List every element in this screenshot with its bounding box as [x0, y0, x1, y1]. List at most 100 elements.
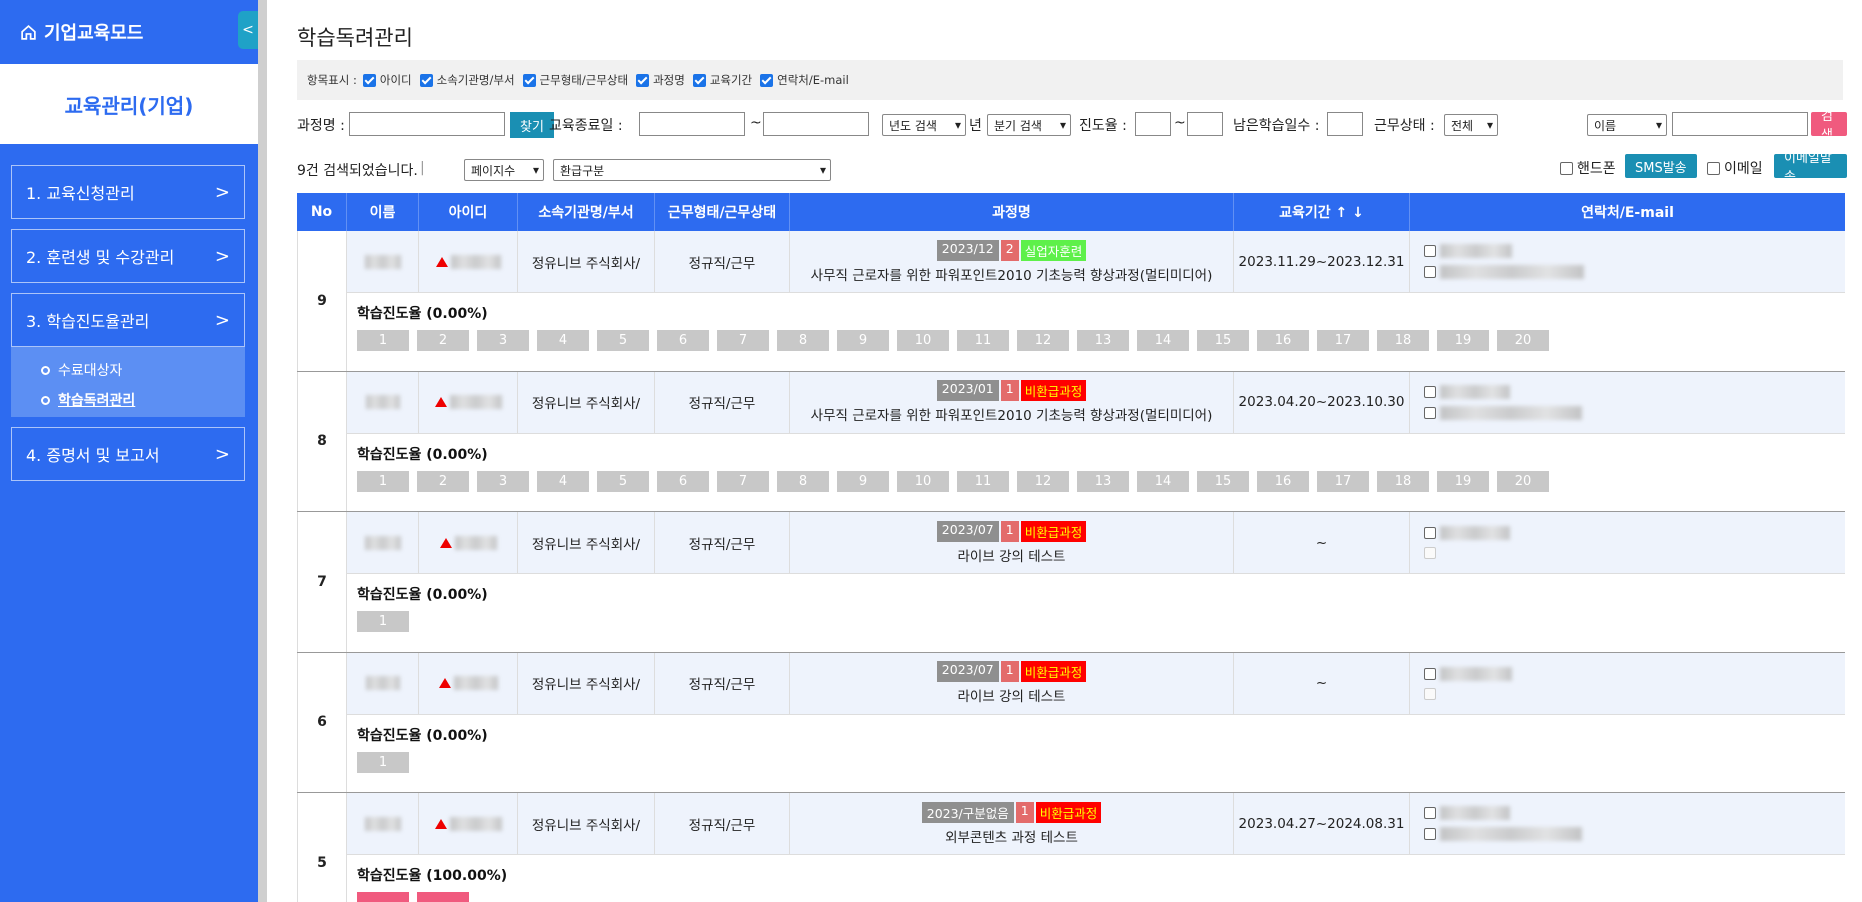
lesson-box[interactable]: 3	[477, 330, 529, 351]
lesson-box[interactable]: 1	[357, 611, 409, 632]
lesson-box[interactable]: 7	[717, 470, 769, 492]
lesson-box[interactable]: 1	[357, 751, 409, 773]
lesson-box[interactable]: 8	[777, 470, 829, 492]
lesson-box[interactable]: 19	[1437, 470, 1489, 492]
email-send-button[interactable]: 이메일발송	[1774, 151, 1847, 185]
checkbox-checked[interactable]	[692, 73, 706, 87]
end-date-from-input[interactable]	[639, 112, 745, 136]
lesson-box[interactable]: 14	[1137, 330, 1189, 351]
quarter-select[interactable]: 분기 검색	[987, 114, 1071, 136]
phone-select-checkbox[interactable]	[1424, 527, 1436, 539]
column-toggle-id[interactable]: 아이디	[362, 72, 412, 88]
lesson-box[interactable]: 10	[897, 330, 949, 351]
phone-select-checkbox[interactable]	[1424, 807, 1436, 819]
lesson-box[interactable]: 11	[957, 330, 1009, 351]
phone-select-checkbox[interactable]	[1424, 245, 1436, 257]
column-toggle-work[interactable]: 근무형태/근무상태	[522, 72, 628, 88]
lesson-box[interactable]: 8	[777, 330, 829, 351]
lesson-box[interactable]: 12	[1017, 470, 1069, 492]
sms-send-button[interactable]: SMS발송	[1625, 154, 1697, 178]
lesson-box[interactable]: 20	[1497, 330, 1549, 351]
lesson-box[interactable]: 20	[1497, 470, 1549, 492]
lesson-box[interactable]: 5	[597, 330, 649, 351]
lesson-box[interactable]: 10	[897, 470, 949, 492]
email-select-checkbox[interactable]	[1424, 406, 1436, 419]
end-date-to-input[interactable]	[763, 112, 869, 136]
column-toggle-contact[interactable]: 연락처/E-mail	[760, 72, 849, 88]
checkbox-checked[interactable]	[522, 73, 536, 87]
refund-type-select[interactable]: 환급구분	[553, 159, 831, 181]
email-checkbox-group[interactable]: 이메일	[1707, 158, 1763, 178]
lesson-box[interactable]: 12	[1017, 330, 1069, 351]
checkbox-checked[interactable]	[636, 73, 650, 87]
search-keyword-input[interactable]	[1672, 112, 1808, 136]
lesson-box[interactable]: 9	[837, 330, 889, 351]
checkbox-unchecked[interactable]	[1560, 161, 1573, 175]
lesson-box[interactable]: 4	[537, 330, 589, 351]
sidebar-item-trainee[interactable]: 2. 훈련생 및 수강관리 >	[11, 229, 245, 283]
checkbox-checked[interactable]	[362, 73, 376, 87]
lesson-box[interactable]: 2	[417, 330, 469, 351]
checkbox-unchecked[interactable]	[1707, 161, 1720, 175]
lesson-box[interactable]: 15	[1197, 330, 1249, 351]
id-cell[interactable]	[419, 793, 518, 854]
lesson-box[interactable]: 1	[357, 470, 409, 492]
search-field-select[interactable]: 이름	[1587, 114, 1667, 136]
lesson-box[interactable]: 1	[357, 330, 409, 351]
lesson-box[interactable]	[417, 892, 469, 902]
lesson-box[interactable]: 14	[1137, 470, 1189, 492]
sidebar-scrollbar[interactable]	[258, 0, 267, 902]
remain-days-input[interactable]	[1327, 112, 1363, 136]
find-button[interactable]: 찾기	[510, 112, 554, 138]
checkbox-checked[interactable]	[760, 73, 774, 87]
lesson-box[interactable]: 13	[1077, 470, 1129, 492]
lesson-box[interactable]	[357, 892, 409, 902]
phone-select-checkbox[interactable]	[1424, 667, 1436, 680]
lesson-box[interactable]: 6	[657, 330, 709, 351]
sidebar-item-progress[interactable]: 3. 학습진도율관리 >	[11, 293, 245, 347]
id-cell[interactable]	[419, 652, 518, 714]
lesson-box[interactable]: 18	[1377, 470, 1429, 492]
search-button[interactable]: 검색	[1811, 109, 1847, 143]
progress-from-input[interactable]	[1135, 112, 1171, 136]
id-cell[interactable]	[419, 231, 518, 292]
id-cell[interactable]	[419, 371, 518, 433]
lesson-box[interactable]: 4	[537, 470, 589, 492]
lesson-box[interactable]: 5	[597, 470, 649, 492]
progress-to-input[interactable]	[1187, 112, 1223, 136]
work-status-select[interactable]: 전체	[1444, 114, 1498, 136]
lesson-box[interactable]: 13	[1077, 330, 1129, 351]
page-size-select[interactable]: 페이지수	[464, 159, 544, 181]
sidebar-collapse-button[interactable]: <	[238, 11, 258, 49]
lesson-box[interactable]: 2	[417, 470, 469, 492]
lesson-box[interactable]: 15	[1197, 470, 1249, 492]
column-toggle-period[interactable]: 교육기간	[692, 72, 752, 88]
year-select[interactable]: 년도 검색	[882, 114, 966, 136]
email-select-checkbox[interactable]	[1424, 828, 1436, 840]
checkbox-checked[interactable]	[419, 73, 433, 87]
header-period-sort[interactable]: 교육기간 ↑ ↓	[1234, 193, 1410, 231]
id-cell[interactable]	[419, 512, 518, 573]
lesson-box[interactable]: 6	[657, 470, 709, 492]
lesson-box[interactable]: 16	[1257, 330, 1309, 351]
phone-checkbox-group[interactable]: 핸드폰	[1560, 158, 1616, 178]
sidebar-item-certificate[interactable]: 4. 증명서 및 보고서 >	[11, 427, 245, 481]
lesson-box[interactable]: 11	[957, 470, 1009, 492]
lesson-box[interactable]: 19	[1437, 330, 1489, 351]
lesson-box[interactable]: 7	[717, 330, 769, 351]
sidebar-item-application[interactable]: 1. 교육신청관리 >	[11, 165, 245, 219]
lesson-box[interactable]: 18	[1377, 330, 1429, 351]
phone-select-checkbox[interactable]	[1424, 385, 1436, 398]
lesson-box[interactable]: 16	[1257, 470, 1309, 492]
email-select-checkbox[interactable]	[1424, 266, 1436, 278]
lesson-box[interactable]: 17	[1317, 470, 1369, 492]
course-input[interactable]	[349, 112, 505, 136]
lesson-box[interactable]: 17	[1317, 330, 1369, 351]
lesson-box[interactable]: 3	[477, 470, 529, 492]
brand-header[interactable]: 기업교육모드	[0, 0, 258, 64]
submenu-item-completion[interactable]: 수료대상자	[11, 355, 245, 385]
column-toggle-course[interactable]: 과정명	[636, 72, 685, 88]
column-toggle-org[interactable]: 소속기관명/부서	[419, 72, 515, 88]
submenu-item-encourage[interactable]: 학습독려관리	[11, 385, 245, 415]
lesson-box[interactable]: 9	[837, 470, 889, 492]
